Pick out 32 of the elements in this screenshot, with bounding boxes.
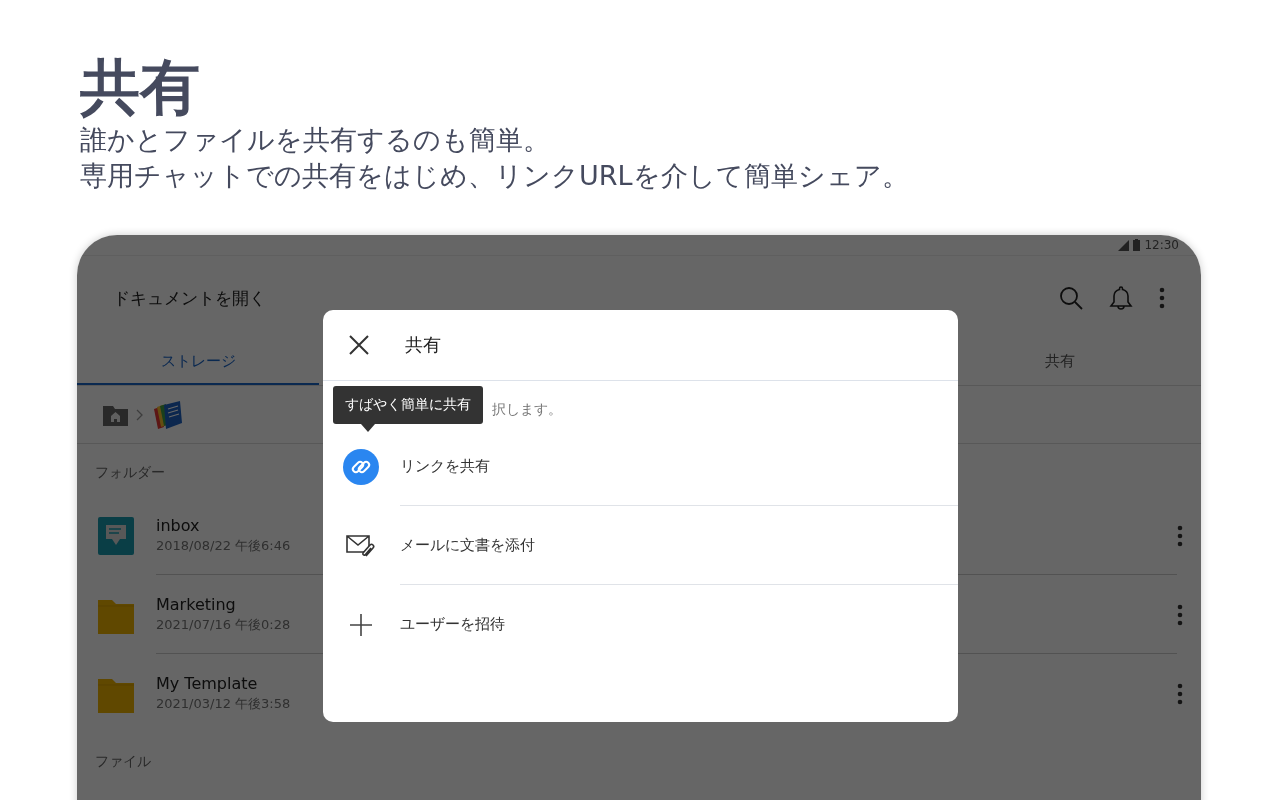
page-title: 共有 (80, 52, 201, 122)
more-icon[interactable] (1159, 287, 1165, 309)
folder-name: Marketing (156, 594, 236, 614)
bell-icon[interactable] (1109, 285, 1133, 311)
share-option[interactable]: リンクを共有 (323, 427, 958, 506)
folder-name: My Template (156, 674, 258, 693)
folder-name: inbox (156, 515, 200, 535)
description-line: 誰かとファイルを共有するのも簡単。 (80, 123, 551, 157)
share-option[interactable]: ユーザーを招待 (323, 585, 958, 664)
plus-icon (350, 613, 372, 636)
tooltip-arrow (361, 424, 375, 432)
more-icon[interactable] (1177, 524, 1183, 547)
inbox-icon (98, 516, 134, 555)
dialog-subtitle: 択します。 (492, 401, 562, 419)
share-option[interactable]: メールに文書を添付 (323, 506, 958, 585)
tooltip: すばやく簡単に共有 (333, 386, 483, 424)
chevron-icon (136, 408, 144, 421)
signal-icon (1118, 239, 1130, 251)
mail-attachment-icon (346, 533, 376, 558)
dialog-title: 共有 (405, 333, 441, 357)
battery-icon (1133, 239, 1141, 251)
more-icon[interactable] (1177, 682, 1183, 705)
app-title: ドキュメントを開く (113, 286, 267, 310)
app-logo-icon[interactable] (152, 400, 182, 429)
status-time: 12:30 (1144, 238, 1179, 252)
home-folder-icon[interactable] (103, 403, 128, 426)
section-header: ファイル (95, 753, 151, 769)
description-line: 専用チャットでの共有をはじめ、リンクURLを介して簡単シェア。 (80, 159, 910, 193)
more-icon[interactable] (1177, 603, 1183, 626)
search-icon[interactable] (1059, 286, 1083, 310)
close-icon[interactable] (349, 335, 369, 355)
link-icon (343, 448, 379, 485)
